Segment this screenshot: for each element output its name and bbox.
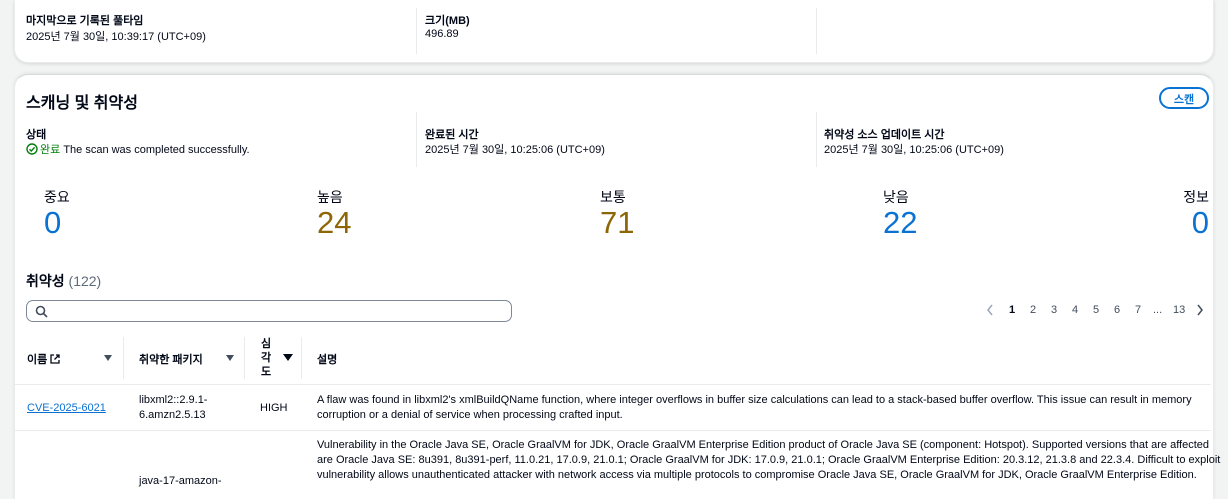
description-cell: A flaw was found in libxml2's xmlBuildQN… xyxy=(317,393,1192,423)
package-cell: libxml2::2.9.1- 6.amzn2.5.13 xyxy=(139,393,207,423)
external-link-icon xyxy=(50,354,60,367)
chevron-left-icon[interactable] xyxy=(985,303,995,320)
source-updated-label: 취약성 소스 업데이트 시간 xyxy=(824,129,945,141)
scan-button[interactable]: 스캔 xyxy=(1159,87,1209,109)
package-cell: java-17-amazon- xyxy=(139,474,222,489)
column-divider xyxy=(301,337,302,379)
page-7[interactable]: 7 xyxy=(1135,304,1141,316)
last-recorded-value: 2025년 7월 30일, 10:39:17 (UTC+09) xyxy=(26,31,206,43)
page-2[interactable]: 2 xyxy=(1030,304,1036,316)
status-value: 완료 The scan was completed successfully. xyxy=(26,141,250,158)
page-5[interactable]: 5 xyxy=(1093,304,1099,316)
description-line: Vulnerability in the Oracle Java SE, Ora… xyxy=(317,439,1210,451)
description-cell: Vulnerability in the Oracle Java SE, Ora… xyxy=(317,438,1220,483)
divider xyxy=(816,8,817,54)
page-ellipsis: ... xyxy=(1153,304,1163,316)
status-label: 상태 xyxy=(26,129,47,141)
severity-medium-label: 보통 xyxy=(600,189,626,205)
severity-info-label: 정보 xyxy=(1183,189,1209,205)
status-state: 완료 xyxy=(40,144,61,156)
divider xyxy=(816,112,817,167)
sort-caret-icon[interactable] xyxy=(283,354,293,361)
size-value: 496.89 xyxy=(425,28,459,40)
status-message: The scan was completed successfully. xyxy=(63,144,250,156)
column-header-description: 설명 xyxy=(317,354,338,366)
severity-low: 낮음 22 xyxy=(883,187,917,238)
page-3[interactable]: 3 xyxy=(1051,304,1057,316)
column-name-label: 이름 xyxy=(27,354,48,366)
severity-cell: HIGH xyxy=(260,402,288,414)
severity-critical-label: 중요 xyxy=(44,189,70,205)
last-recorded-label: 마지막으로 기록된 풀타임 xyxy=(26,15,144,27)
vulnerabilities-heading: 취약성 (122) xyxy=(26,271,101,291)
column-divider xyxy=(244,337,245,379)
page-6[interactable]: 6 xyxy=(1114,304,1120,316)
description-line: corruption or a denial of service when p… xyxy=(317,409,623,421)
package-line: 6.amzn2.5.13 xyxy=(139,409,206,421)
page-13[interactable]: 13 xyxy=(1173,304,1185,316)
severity-critical: 중요 0 xyxy=(44,187,70,238)
row-divider xyxy=(15,384,1211,385)
column-divider xyxy=(123,337,124,379)
severity-header-line: 심 xyxy=(261,338,272,350)
severity-high-count: 24 xyxy=(317,205,352,240)
severity-medium: 보통 71 xyxy=(600,187,634,238)
page-1[interactable]: 1 xyxy=(1009,304,1015,316)
divider xyxy=(416,112,417,167)
row-divider xyxy=(15,430,1211,431)
description-line: A flaw was found in libxml2's xmlBuildQN… xyxy=(317,394,1192,406)
severity-high-label: 높음 xyxy=(317,189,343,205)
severity-info-count: 0 xyxy=(1191,205,1209,240)
cve-link[interactable]: CVE-2025-6021 xyxy=(27,401,106,416)
completed-label: 완료된 시간 xyxy=(425,129,479,141)
sort-caret-icon[interactable] xyxy=(104,355,112,361)
package-line: libxml2::2.9.1- xyxy=(139,394,208,406)
severity-high: 높음 24 xyxy=(317,187,351,238)
severity-header-line: 도 xyxy=(261,366,272,378)
vulnerabilities-count: (122) xyxy=(68,273,102,289)
image-details-panel: 마지막으로 기록된 풀타임 2025년 7월 30일, 10:39:17 (UT… xyxy=(14,0,1214,63)
severity-low-label: 낮음 xyxy=(883,189,909,205)
search-icon xyxy=(35,305,48,323)
severity-info: 정보 0 xyxy=(1183,187,1209,238)
chevron-right-icon[interactable] xyxy=(1195,303,1205,320)
sort-caret-icon[interactable] xyxy=(226,355,234,361)
column-header-name[interactable]: 이름 xyxy=(27,351,60,367)
severity-low-count: 22 xyxy=(883,205,918,240)
completed-value: 2025년 7월 30일, 10:25:06 (UTC+09) xyxy=(425,144,605,156)
description-line: vulnerability allows unauthenticated att… xyxy=(317,469,1197,481)
search-input[interactable] xyxy=(53,303,507,321)
description-line: are Oracle Java SE: 8u391, 8u391-perf, 1… xyxy=(317,454,1221,466)
severity-header-line: 각 xyxy=(261,352,272,364)
pagination: 1 2 3 4 5 6 7 ... 13 xyxy=(985,304,1211,320)
package-line: java-17-amazon- xyxy=(139,475,222,487)
vulnerabilities-title: 취약성 xyxy=(26,273,65,289)
scanning-panel: 스캐닝 및 취약성 스캔 상태 완료 The scan was complete… xyxy=(14,74,1220,499)
column-header-package[interactable]: 취약한 패키지 xyxy=(139,351,203,367)
page-4[interactable]: 4 xyxy=(1072,304,1078,316)
severity-critical-count: 0 xyxy=(44,205,62,240)
severity-medium-count: 71 xyxy=(600,205,635,240)
search-box[interactable] xyxy=(26,300,512,322)
column-header-severity[interactable]: 심 각 도 xyxy=(261,337,271,379)
source-updated-value: 2025년 7월 30일, 10:25:06 (UTC+09) xyxy=(824,144,1004,156)
size-label: 크기(MB) xyxy=(425,15,470,27)
divider xyxy=(416,8,417,54)
scanning-title: 스캐닝 및 취약성 xyxy=(26,95,138,112)
success-check-icon xyxy=(26,143,38,158)
